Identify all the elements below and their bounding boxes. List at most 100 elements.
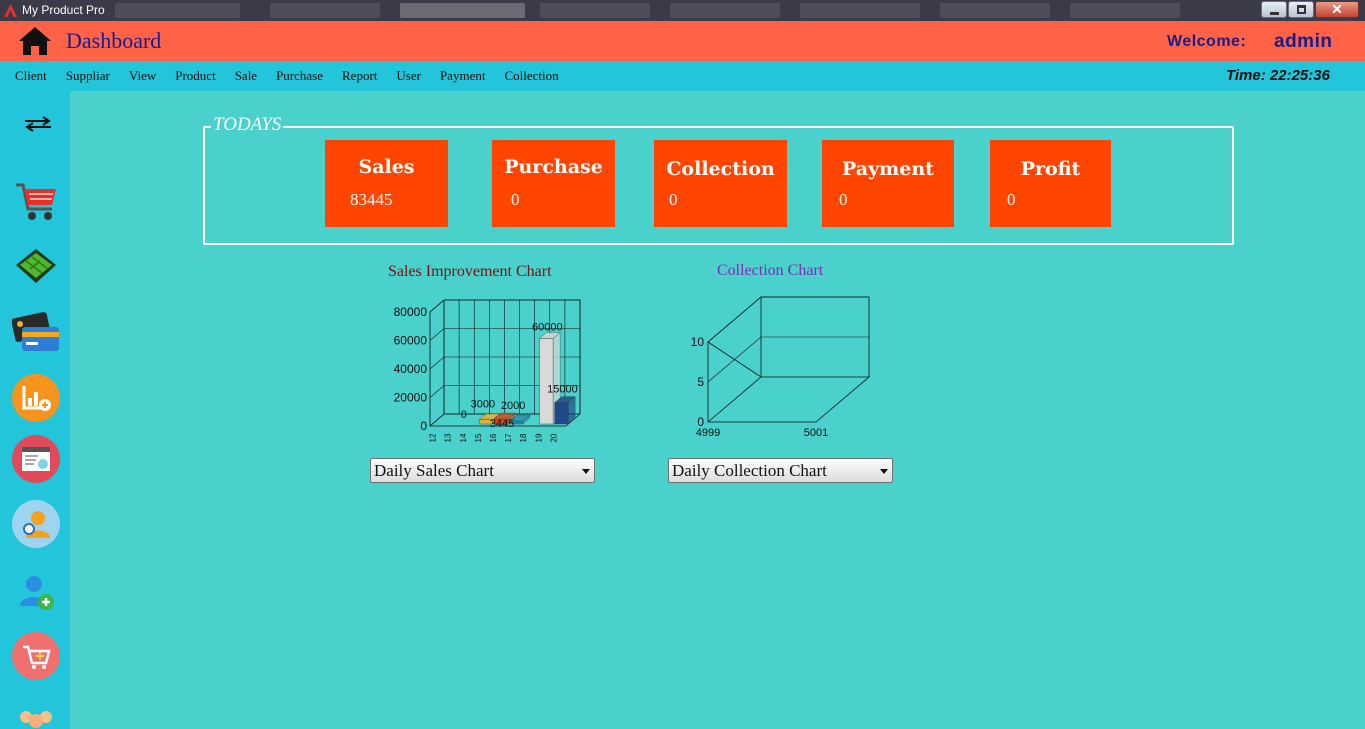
background-tab [1070, 3, 1180, 18]
todays-legend: TODAYS [211, 114, 284, 136]
clock-label: Time: [1226, 67, 1266, 84]
x-tick-label: 20 [549, 433, 558, 442]
sales-chart-title: Sales Improvement Chart [388, 263, 552, 280]
chart-add-icon[interactable] [12, 374, 60, 422]
maximize-icon [1297, 5, 1306, 14]
minimize-icon [1270, 12, 1279, 15]
collection-card-label: Collection [666, 158, 775, 180]
menu-sale[interactable]: Sale [235, 68, 257, 84]
window-titlebar: My Product Pro ✕ [0, 0, 1365, 21]
y-tick-label: 10 [691, 335, 705, 349]
background-tab [670, 3, 780, 18]
sales-card-label: Sales [358, 156, 415, 178]
profit-card: Profit 0 [990, 140, 1111, 227]
chevron-down-icon [880, 469, 888, 474]
data-label: 3000 [471, 399, 495, 411]
x-tick-label: 17 [504, 433, 513, 442]
collection-card-value: 0 [669, 190, 678, 209]
menu-client[interactable]: Client [15, 68, 47, 84]
chevron-down-icon [582, 469, 590, 474]
main-menu: Client Suppliar View Product Sale Purcha… [15, 68, 578, 84]
clock: Time: 22:25:36 [1226, 67, 1330, 84]
payment-card: Payment 0 [822, 140, 954, 227]
y-tick-label: 80000 [394, 305, 428, 319]
sales-chart: 02000040000600008000012 13 14 15 16 17 18 19 200… [394, 299, 581, 442]
data-label: 2000 [501, 400, 525, 412]
page-title: Dashboard [66, 28, 162, 53]
gridline [429, 299, 580, 313]
close-button[interactable]: ✕ [1315, 1, 1359, 18]
purchase-card-value: 0 [511, 190, 520, 209]
data-label: 60000 [532, 322, 563, 334]
sidebar [0, 91, 70, 729]
cart-add-icon[interactable] [12, 632, 60, 680]
y-tick-label: 5 [697, 375, 704, 389]
money-basket-icon[interactable] [12, 241, 60, 289]
x-tick-label: 12 [429, 433, 438, 442]
menu-collection[interactable]: Collection [504, 68, 558, 84]
profit-card-value: 0 [1007, 190, 1016, 209]
username: admin [1274, 31, 1333, 52]
payment-card-value: 0 [839, 190, 848, 209]
window-controls: ✕ [1260, 1, 1359, 18]
sales-card-value: 83445 [350, 190, 393, 209]
purchase-card-label: Purchase [504, 156, 603, 178]
calendar-report-icon[interactable] [12, 435, 60, 483]
window-title: My Product Pro [22, 3, 105, 17]
x-tick-label: 18 [519, 433, 528, 442]
background-tab [115, 3, 240, 18]
chart-frame [707, 341, 871, 423]
menu-payment[interactable]: Payment [440, 68, 486, 84]
user-settings-icon[interactable] [12, 500, 60, 548]
shopping-cart-icon[interactable] [12, 177, 60, 225]
app-logo-icon [4, 4, 17, 17]
background-tab [540, 3, 650, 18]
add-user-icon[interactable] [12, 568, 60, 616]
y-tick-label: 40000 [394, 362, 428, 376]
close-icon: ✕ [1331, 1, 1343, 17]
menu-product[interactable]: Product [175, 68, 215, 84]
menu-suppliar[interactable]: Suppliar [66, 68, 110, 84]
gridline [707, 296, 869, 343]
sales-card: Sales 83445 [325, 140, 448, 227]
menu-view[interactable]: View [129, 68, 156, 84]
home-icon[interactable] [18, 26, 52, 56]
background-tab [400, 3, 525, 18]
y-tick-label: 0 [420, 419, 427, 433]
collection-chart-select[interactable]: Daily Collection Chart [668, 458, 893, 483]
x-tick-label: 15 [474, 433, 483, 442]
minimize-button[interactable] [1261, 1, 1287, 18]
data-label: 15000 [547, 384, 578, 396]
maximize-button[interactable] [1288, 1, 1314, 18]
background-tab [940, 3, 1050, 18]
x-tick-label: 4999 [696, 427, 720, 439]
payment-card-label: Payment [842, 158, 934, 180]
swap-arrows-icon[interactable] [24, 115, 52, 133]
menu-bar: Client Suppliar View Product Sale Purcha… [0, 61, 1365, 91]
welcome-label: Welcome: [1167, 33, 1247, 50]
x-tick-label: 5001 [804, 427, 828, 439]
menu-purchase[interactable]: Purchase [276, 68, 323, 84]
collection-chart-title: Collection Chart [717, 262, 824, 279]
x-tick-label: 16 [489, 433, 498, 442]
menu-user[interactable]: User [396, 68, 421, 84]
y-tick-label: 60000 [394, 334, 428, 348]
x-tick-label: 14 [459, 433, 468, 442]
clock-value: 22:25:36 [1269, 67, 1330, 84]
sales-chart-select[interactable]: Daily Sales Chart [370, 458, 595, 483]
bar [539, 338, 554, 425]
background-tab [800, 3, 920, 18]
app-header: Dashboard Welcome: admin [0, 21, 1365, 61]
users-group-icon[interactable] [12, 699, 60, 729]
collection-chart-select-value: Daily Collection Chart [672, 461, 827, 480]
purchase-card: Purchase 0 [492, 140, 615, 227]
sales-chart-select-value: Daily Sales Chart [374, 461, 494, 480]
bar [554, 402, 569, 425]
x-tick-label: 13 [444, 433, 453, 442]
data-label: 0 [461, 409, 467, 421]
collection-chart: 05104999 5001 [691, 296, 871, 439]
data-label: 3445 [490, 418, 514, 430]
profit-card-label: Profit [1020, 158, 1081, 180]
credit-cards-icon[interactable] [12, 307, 60, 355]
menu-report[interactable]: Report [342, 68, 377, 84]
